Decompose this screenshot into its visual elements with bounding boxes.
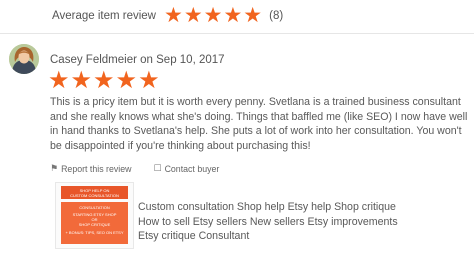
thumbnail-image: SHOP HELP ON CUSTOM CONSULTATION CONSULT… <box>56 183 133 248</box>
review-date: Sep 10, 2017 <box>156 54 225 66</box>
review-actions: ⚑ Report this review ☐ Contact buyer <box>50 163 241 174</box>
star-icon: ★ <box>203 4 223 27</box>
thumbnail-text: CONSULTATION <box>79 205 110 210</box>
item-thumbnail[interactable]: SHOP HELP ON CUSTOM CONSULTATION CONSULT… <box>55 182 134 249</box>
average-rating-stars: ★ ★ ★ ★ ★ <box>164 5 263 27</box>
contact-buyer-link[interactable]: ☐ Contact buyer <box>153 163 219 174</box>
thumbnail-text: CUSTOM CONSULTATION <box>70 193 119 198</box>
contact-buyer-label: Contact buyer <box>164 163 220 174</box>
average-review-label: Average item review <box>52 10 156 22</box>
review-byline: Casey Feldmeier on Sep 10, 2017 <box>50 54 225 66</box>
review-count: (8) <box>269 10 284 22</box>
star-icon: ★ <box>163 4 183 27</box>
star-icon: ★ <box>115 67 138 94</box>
review-rating-stars: ★ ★ ★ ★ ★ <box>48 68 161 94</box>
thumbnail-text: + BONUS: TIPS, SEO ON ETSY <box>65 230 123 235</box>
item-title-link[interactable]: Custom consultation Shop help Etsy help … <box>138 200 418 244</box>
reviewer-avatar[interactable] <box>9 44 39 74</box>
divider <box>0 33 474 34</box>
star-icon: ★ <box>243 4 263 27</box>
star-icon: ★ <box>48 67 70 94</box>
average-review-summary: Average item review ★ ★ ★ ★ ★ (8) <box>52 5 283 27</box>
reviewer-name[interactable]: Casey Feldmeier <box>50 54 137 66</box>
message-icon: ☐ <box>153 163 162 173</box>
star-icon: ★ <box>183 4 203 27</box>
review-text: This is a pricy item but it is worth eve… <box>50 96 468 152</box>
report-review-link[interactable]: ⚑ Report this review <box>50 163 131 174</box>
byline-on: on <box>140 54 153 66</box>
report-review-label: Report this review <box>61 163 132 174</box>
thumbnail-text: SHOP CRITIQUE <box>79 222 111 227</box>
star-icon: ★ <box>70 67 93 94</box>
star-icon: ★ <box>223 4 243 27</box>
star-icon: ★ <box>93 67 115 94</box>
flag-icon: ⚑ <box>50 163 59 173</box>
star-icon: ★ <box>138 67 160 94</box>
